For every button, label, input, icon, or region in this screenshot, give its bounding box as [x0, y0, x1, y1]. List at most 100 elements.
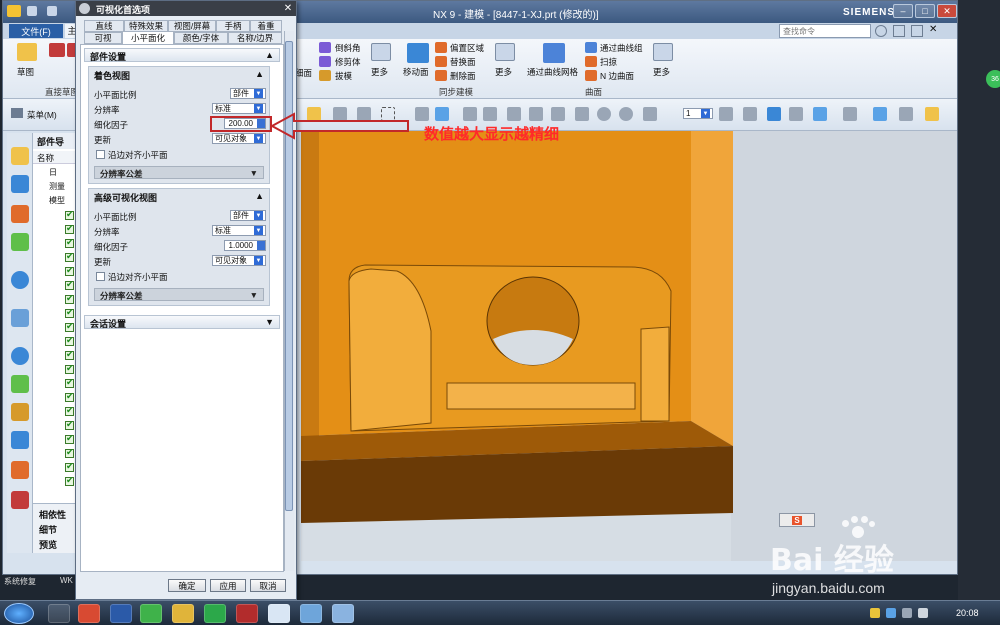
- feature-checkbox[interactable]: [65, 475, 74, 486]
- video-taskbar-icon[interactable]: [236, 604, 258, 623]
- adv-resolution-dropdown[interactable]: 标准 ▼: [212, 225, 266, 236]
- cancel-button[interactable]: 取消: [250, 579, 286, 592]
- face-label[interactable]: 细面: [295, 67, 312, 79]
- delete-face-button[interactable]: 删除面: [450, 70, 476, 82]
- feature-checkbox[interactable]: [65, 307, 74, 318]
- align-facets-checkbox[interactable]: [96, 150, 105, 159]
- nx-taskbar-icon[interactable]: [268, 604, 290, 623]
- feature-checkbox[interactable]: [65, 335, 74, 346]
- more-button-1[interactable]: 更多: [371, 66, 388, 78]
- minimize-button[interactable]: –: [893, 4, 913, 18]
- move-icon[interactable]: [483, 107, 497, 121]
- feature-checkbox[interactable]: [65, 251, 74, 262]
- trim-body-icon[interactable]: [319, 56, 331, 67]
- curve-mesh-icon[interactable]: [543, 43, 565, 63]
- restore-icon[interactable]: [911, 25, 923, 37]
- system-scene-icon[interactable]: [11, 491, 29, 509]
- feature-checkbox[interactable]: [65, 363, 74, 374]
- render-style-icon[interactable]: [843, 107, 857, 121]
- close-window-button[interactable]: ✕: [937, 4, 957, 18]
- qq-taskbar-icon[interactable]: [78, 604, 100, 623]
- orient-icon[interactable]: [813, 107, 827, 121]
- measure-icon[interactable]: [925, 107, 939, 121]
- part-nav-icon[interactable]: [11, 147, 29, 165]
- details-panel[interactable]: 细节: [39, 523, 57, 536]
- offset-region-icon[interactable]: [435, 42, 447, 53]
- web-browser-icon[interactable]: [11, 271, 29, 289]
- reuse-library-icon[interactable]: [11, 233, 29, 251]
- apply-button[interactable]: 应用: [210, 579, 246, 592]
- chrome-taskbar-icon[interactable]: [172, 604, 194, 623]
- notepad-taskbar-icon[interactable]: [300, 604, 322, 623]
- explorer-taskbar-icon[interactable]: [48, 604, 70, 623]
- taskbar-clock[interactable]: 20:08: [956, 608, 979, 618]
- process-studio-icon[interactable]: [11, 403, 29, 421]
- chamfer-icon[interactable]: [319, 42, 331, 53]
- clock-icon[interactable]: [11, 347, 29, 365]
- through-curves-icon[interactable]: [585, 42, 597, 53]
- more-icon[interactable]: [371, 43, 391, 61]
- menu-button[interactable]: 菜单(M): [27, 109, 57, 121]
- feature-checkbox[interactable]: [65, 279, 74, 290]
- n-side-button[interactable]: N 边曲面: [600, 70, 634, 82]
- tab-handles[interactable]: 手柄: [216, 20, 250, 32]
- facet-ratio-dropdown[interactable]: 部件 ▼: [230, 88, 266, 99]
- curve-mesh-button[interactable]: 通过曲线网格: [527, 66, 578, 78]
- part-settings-section[interactable]: 部件设置 ▲: [84, 48, 280, 62]
- shaded-view-title[interactable]: 着色视图 ▲: [88, 68, 270, 82]
- close-doc-icon[interactable]: ✕: [929, 24, 937, 35]
- history-icon[interactable]: [11, 309, 29, 327]
- tray-icon[interactable]: [870, 608, 880, 618]
- assembly-nav-icon[interactable]: [11, 175, 29, 193]
- move-face-button[interactable]: 移动面: [403, 66, 429, 78]
- preview-panel[interactable]: 预览: [39, 538, 57, 551]
- chamfer-button[interactable]: 倒斜角: [335, 42, 361, 54]
- desktop-gadget-icon[interactable]: 36: [986, 70, 1000, 88]
- feature-checkbox[interactable]: [65, 265, 74, 276]
- tab-emphasis[interactable]: 着重: [250, 20, 282, 32]
- n-side-icon[interactable]: [585, 70, 597, 81]
- sweep-button[interactable]: 扫掠: [600, 56, 617, 68]
- manufacturing-icon[interactable]: [11, 431, 29, 449]
- through-curves-button[interactable]: 通过曲线组: [600, 42, 643, 54]
- more-button-2[interactable]: 更多: [495, 66, 512, 78]
- point-icon[interactable]: [643, 107, 657, 121]
- desktop-item-label[interactable]: 系统修复: [4, 576, 36, 587]
- sketch-icon[interactable]: [17, 43, 37, 61]
- session-settings-section[interactable]: 会话设置 ▼: [84, 315, 280, 329]
- feature-checkbox[interactable]: [65, 405, 74, 416]
- feature-checkbox[interactable]: [65, 293, 74, 304]
- more-icon-2[interactable]: [495, 43, 515, 61]
- adv-refine-spinner-icon[interactable]: [257, 241, 265, 250]
- adv-facet-ratio-dropdown[interactable]: 部件 ▼: [230, 210, 266, 221]
- layer-icon[interactable]: [873, 107, 887, 121]
- roles-icon[interactable]: [11, 461, 29, 479]
- fit-icon[interactable]: [893, 25, 905, 37]
- move-face-icon[interactable]: [407, 43, 429, 63]
- sketch-button[interactable]: 草图: [17, 66, 34, 78]
- start-button[interactable]: [4, 603, 34, 624]
- network-icon[interactable]: [886, 608, 896, 618]
- rotate-icon[interactable]: [767, 107, 781, 121]
- sogou-taskbar-icon[interactable]: [204, 604, 226, 623]
- delete-face-icon[interactable]: [435, 70, 447, 81]
- zoom-icon[interactable]: [719, 107, 733, 121]
- circle-icon[interactable]: [597, 107, 611, 121]
- feature-checkbox[interactable]: [65, 377, 74, 388]
- tab-color-font[interactable]: 颜色/字体: [174, 32, 228, 44]
- cube-icon[interactable]: [435, 107, 449, 121]
- line-icon[interactable]: [507, 107, 521, 121]
- section-icon[interactable]: [899, 107, 913, 121]
- adv-update-dropdown[interactable]: 可见对象 ▼: [212, 255, 266, 266]
- file-tab[interactable]: 文件(F): [9, 24, 63, 38]
- line2-icon[interactable]: [529, 107, 543, 121]
- menu-icon[interactable]: [11, 108, 23, 118]
- maximize-button[interactable]: □: [915, 4, 935, 18]
- desktop-wk-label[interactable]: WK: [60, 576, 73, 585]
- adv-resolution-tolerance-bar[interactable]: 分辨率公差 ▼: [94, 288, 264, 301]
- save-quick-icon[interactable]: [27, 6, 37, 16]
- update-dropdown[interactable]: 可见对象 ▼: [212, 133, 266, 144]
- adv-align-facets-checkbox[interactable]: [96, 272, 105, 281]
- draft-button[interactable]: 拔模: [335, 70, 352, 82]
- tab-view-screen[interactable]: 视图/屏幕: [168, 20, 216, 32]
